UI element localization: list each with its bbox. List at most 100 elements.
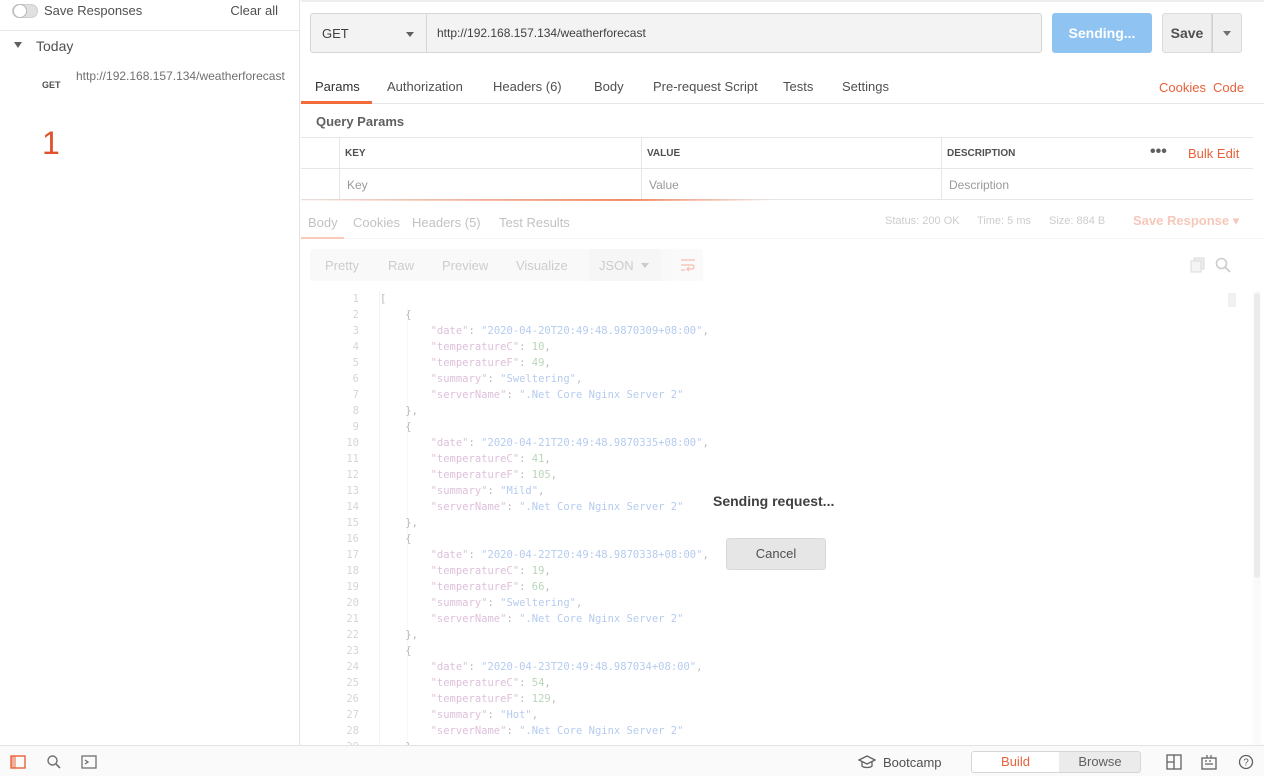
save-dropdown-button[interactable] — [1212, 13, 1242, 53]
code-line: 2 { — [301, 309, 1241, 325]
tab-headers[interactable]: Headers (6) — [493, 79, 562, 94]
code-line: 11 "temperatureC": 41, — [301, 453, 1241, 469]
column-divider — [641, 138, 642, 200]
sidebar-toggle-icon[interactable] — [10, 754, 26, 770]
two-pane-view-icon[interactable] — [1166, 754, 1182, 770]
line-number: 3 — [352, 325, 359, 337]
view-raw[interactable]: Raw — [388, 258, 414, 273]
line-number: 8 — [352, 405, 359, 417]
code-text: "temperatureC": 54, — [430, 677, 551, 689]
history-item[interactable]: GET http://192.168.157.134/weatherforeca… — [0, 66, 299, 106]
code-line: 19 "temperatureF": 66, — [301, 581, 1241, 597]
minimap-marker — [1228, 293, 1236, 307]
bootcamp-link[interactable]: Bootcamp — [883, 755, 942, 770]
params-header-row — [301, 138, 1253, 169]
code-text: "summary": "Sweltering", — [430, 373, 583, 385]
bulk-edit-link[interactable]: Bulk Edit — [1188, 146, 1239, 161]
line-number: 1 — [352, 293, 359, 305]
response-active-tab-indicator — [301, 237, 344, 239]
editor-scrollbar-thumb[interactable] — [1254, 293, 1260, 578]
tab-authorization[interactable]: Authorization — [387, 79, 463, 94]
query-params-table: KEY VALUE DESCRIPTION ••• Bulk Edit Key … — [301, 137, 1253, 200]
help-icon[interactable]: ? — [1238, 754, 1254, 770]
wrap-lines-button[interactable] — [673, 249, 703, 281]
tab-body[interactable]: Body — [594, 79, 624, 94]
cookies-link[interactable]: Cookies — [1159, 80, 1206, 95]
value-input[interactable]: Value — [649, 178, 679, 192]
code-line: 28 "serverName": ".Net Core Nginx Server… — [301, 725, 1241, 741]
code-line: 24 "date": "2020-04-23T20:49:48.987034+0… — [301, 661, 1241, 677]
request-panel: GET Sending... Save Params Authorization… — [301, 0, 1264, 745]
view-pretty[interactable]: Pretty — [325, 258, 359, 273]
save-response-label: Save Response — [1133, 213, 1230, 228]
response-tabs: Body Cookies Headers (5) Test Results St… — [301, 201, 1264, 239]
console-icon[interactable] — [81, 754, 97, 770]
format-value: JSON — [599, 258, 634, 273]
send-button[interactable]: Sending... — [1052, 13, 1152, 53]
description-input[interactable]: Description — [949, 178, 1009, 192]
code-text: "date": "2020-04-23T20:49:48.987034+08:0… — [430, 661, 703, 673]
more-options-button[interactable]: ••• — [1150, 143, 1167, 161]
code-line: 12 "temperatureF": 105, — [301, 469, 1241, 485]
cancel-button[interactable]: Cancel — [726, 538, 826, 570]
find-icon[interactable] — [46, 754, 62, 770]
build-mode-button[interactable]: Build — [972, 752, 1059, 772]
history-toolbar: Save Responses Clear all — [0, 0, 299, 31]
clear-all-button[interactable]: Clear all — [230, 3, 278, 18]
code-line: 3 "date": "2020-04-20T20:49:48.9870309+0… — [301, 325, 1241, 341]
code-text: "summary": "Hot", — [430, 709, 539, 721]
column-description: DESCRIPTION — [947, 148, 1016, 159]
save-responses-toggle[interactable] — [12, 4, 38, 18]
response-size: Size: 884 B — [1049, 215, 1106, 227]
save-response-button[interactable]: Save Response ▾ — [1133, 213, 1239, 229]
method-select[interactable]: GET — [310, 13, 426, 53]
line-number: 23 — [346, 645, 359, 657]
code-text: "temperatureF": 129, — [430, 693, 558, 705]
line-number: 10 — [346, 437, 359, 449]
code-line: 26 "temperatureF": 129, — [301, 693, 1241, 709]
line-number: 9 — [352, 421, 359, 433]
view-preview[interactable]: Preview — [442, 258, 488, 273]
search-icon[interactable] — [1215, 257, 1231, 273]
tab-settings[interactable]: Settings — [842, 79, 889, 94]
response-tab-body[interactable]: Body — [308, 215, 338, 230]
code-line: 1[ — [301, 293, 1241, 309]
code-text: "temperatureF": 66, — [430, 581, 551, 593]
code-line: 9 { — [301, 421, 1241, 437]
line-number: 21 — [346, 613, 359, 625]
response-tab-cookies[interactable]: Cookies — [353, 215, 400, 230]
annotation-number: 1 — [42, 125, 60, 161]
line-number: 4 — [352, 341, 359, 353]
url-input[interactable] — [426, 13, 1042, 53]
line-number: 13 — [346, 485, 359, 497]
line-number: 5 — [352, 357, 359, 369]
history-group-today[interactable]: Today — [0, 38, 299, 56]
response-tab-headers[interactable]: Headers (5) — [412, 215, 481, 230]
code-text: "date": "2020-04-21T20:49:48.9870335+08:… — [430, 437, 709, 449]
tab-params[interactable]: Params — [315, 79, 360, 94]
query-params-title: Query Params — [316, 114, 405, 129]
response-time: Time: 5 ms — [977, 215, 1031, 227]
tab-prerequest-script[interactable]: Pre-request Script — [653, 79, 758, 94]
chevron-down-icon — [406, 32, 414, 37]
key-input[interactable]: Key — [347, 178, 368, 192]
code-text: "summary": "Mild", — [430, 485, 545, 497]
view-visualize[interactable]: Visualize — [516, 258, 568, 273]
keyboard-shortcuts-icon[interactable] — [1201, 754, 1217, 770]
code-text: [ — [380, 293, 387, 305]
browse-mode-button[interactable]: Browse — [1059, 752, 1141, 772]
code-link[interactable]: Code — [1213, 80, 1244, 95]
code-text: "serverName": ".Net Core Nginx Server 2" — [430, 725, 684, 737]
tab-tests[interactable]: Tests — [783, 79, 813, 94]
response-body-editor[interactable]: 1[2 {3 "date": "2020-04-20T20:49:48.9870… — [301, 291, 1241, 745]
history-sidebar: Save Responses Clear all Today GET http:… — [0, 0, 300, 745]
copy-icon[interactable] — [1190, 257, 1206, 273]
save-button[interactable]: Save — [1162, 13, 1212, 53]
caret-down-icon — [14, 42, 22, 48]
line-number: 27 — [346, 709, 359, 721]
line-number: 26 — [346, 693, 359, 705]
code-line: 15 }, — [301, 517, 1241, 533]
response-tab-test-results[interactable]: Test Results — [499, 215, 570, 230]
format-select[interactable]: JSON — [589, 249, 661, 281]
code-line: 7 "serverName": ".Net Core Nginx Server … — [301, 389, 1241, 405]
